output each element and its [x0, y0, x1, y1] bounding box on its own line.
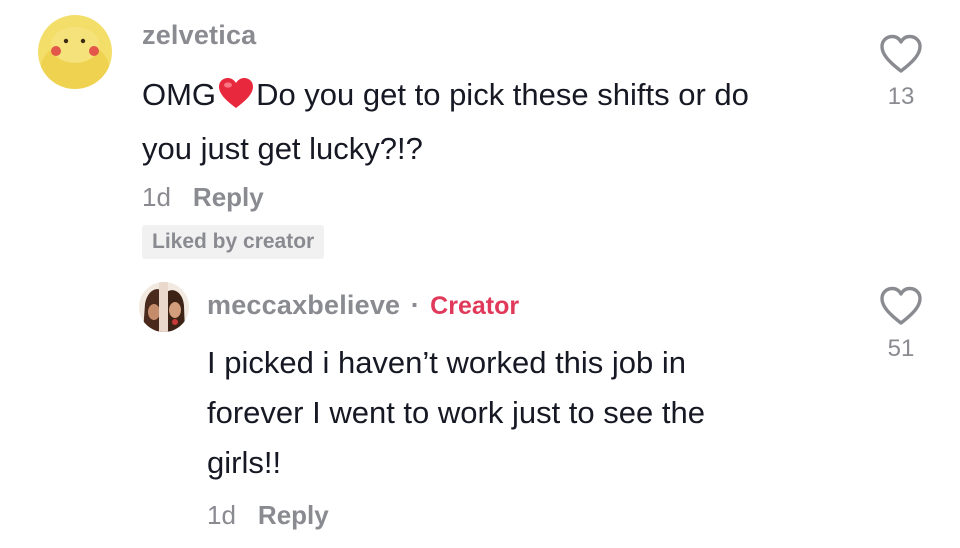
comment-like-column: 13	[871, 34, 931, 111]
comment-text-suffix: Do you get to pick these shifts or do	[256, 77, 749, 112]
comment-username[interactable]: zelvetica	[142, 20, 256, 51]
comment-avatar[interactable]	[38, 15, 112, 89]
comment-text-line-1: OMG Do you get to pick these shifts or do	[142, 70, 862, 124]
reply-like-column: 51	[871, 286, 931, 363]
reply-like-count: 51	[887, 335, 915, 362]
creator-badge: Creator	[430, 292, 520, 320]
comment-text-line-2: you just get lucky?!?	[142, 131, 423, 166]
reply-text: I picked i haven’t worked this job in fo…	[207, 338, 867, 488]
comment-reply-button[interactable]: Reply	[193, 182, 264, 212]
comment-meta: 1d Reply	[142, 182, 264, 213]
comment-like-heart-icon[interactable]	[879, 34, 923, 79]
reply-username[interactable]: meccaxbelieve	[207, 290, 400, 320]
reply-header: meccaxbelieve · Creator	[207, 290, 519, 321]
comment-text: OMG Do you get to pick these shifts or do…	[142, 70, 862, 174]
reply-text-line-2: forever I went to work just to see the	[207, 395, 705, 430]
liked-by-creator-badge: Liked by creator	[142, 225, 325, 259]
reply-text-line-1: I picked i haven’t worked this job in	[207, 345, 687, 380]
comment-text-prefix: OMG	[142, 77, 217, 112]
red-heart-emoji-icon	[218, 74, 254, 124]
reply-like-heart-icon[interactable]	[879, 286, 923, 331]
reply-avatar[interactable]	[139, 282, 189, 332]
reply-text-line-3: girls!!	[207, 445, 282, 480]
header-separator: ·	[410, 290, 420, 320]
reply-reply-button[interactable]: Reply	[258, 500, 329, 530]
reply-meta: 1d Reply	[207, 500, 329, 531]
comment-age: 1d	[142, 182, 171, 212]
reply-age: 1d	[207, 500, 236, 530]
comment-like-count: 13	[887, 83, 915, 110]
